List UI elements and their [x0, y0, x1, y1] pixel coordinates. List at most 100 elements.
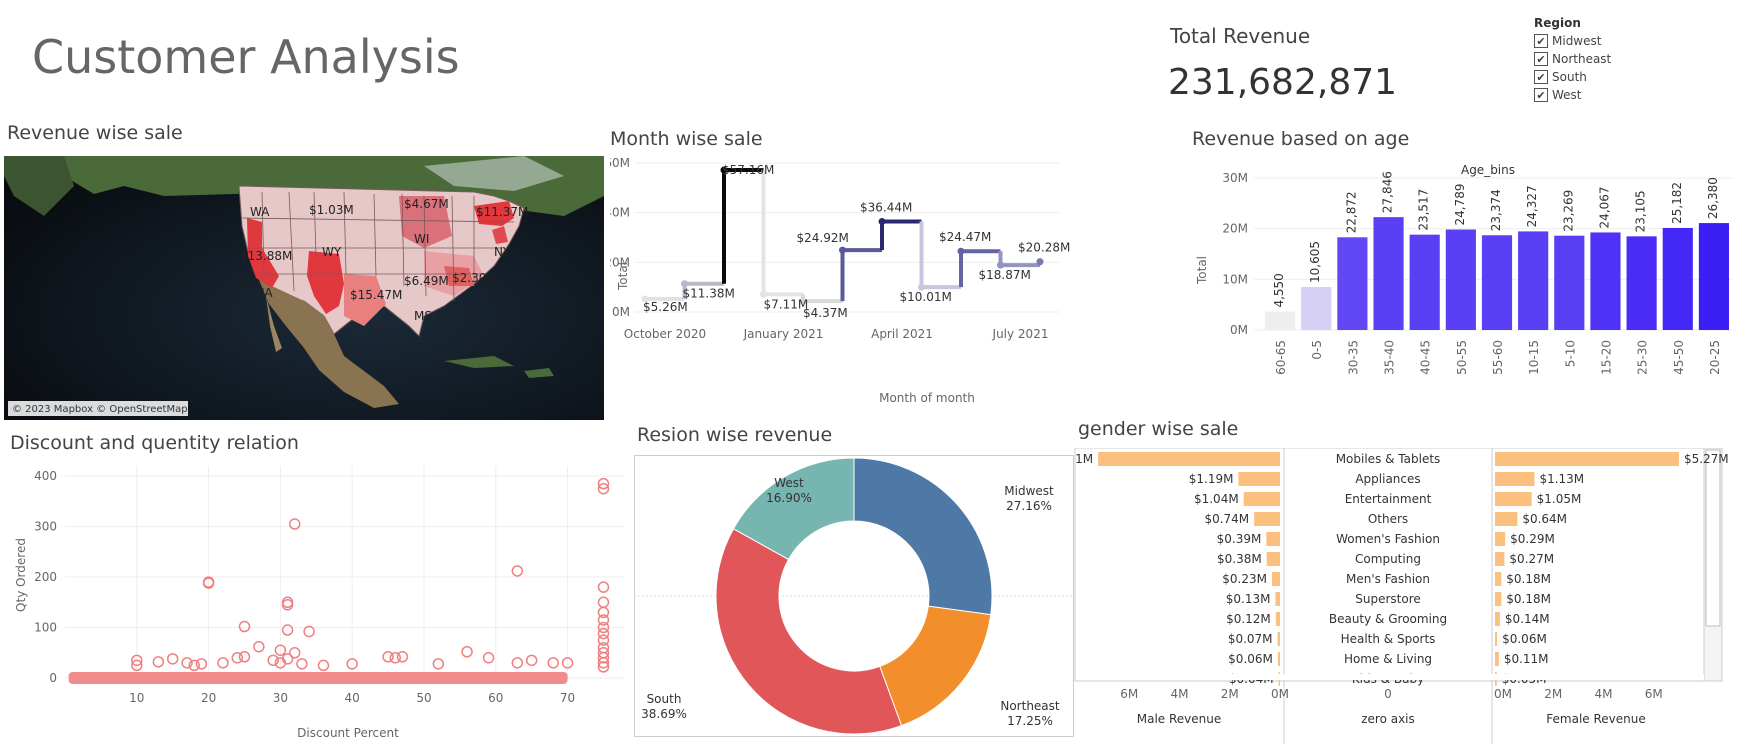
scatter-ylabel: Qty Ordered: [14, 538, 28, 612]
scatter-point: [288, 647, 301, 659]
donut-label-pct: 38.69%: [641, 707, 687, 721]
age-value-label: 22,872: [1344, 191, 1358, 233]
region-option-northeast[interactable]: ✔ Northeast: [1534, 50, 1611, 68]
map-label: WY: [322, 245, 342, 259]
map-view[interactable]: WA $1.03M $4.67M $11.37M WY WI NY $13.88…: [4, 156, 604, 420]
age-bar: [1337, 237, 1368, 330]
line-ytick: 20M: [610, 255, 630, 269]
line-value-label: $10.01M: [900, 290, 952, 304]
donut-label-name: Northeast: [1000, 699, 1060, 713]
scatter-point: [288, 518, 301, 530]
donut-slice: [853, 457, 993, 616]
age-value-label: 23,517: [1417, 189, 1431, 231]
scatter-point: [303, 625, 315, 638]
checkbox-checked-icon[interactable]: ✔: [1534, 34, 1548, 48]
gender-axis-title-male: Male Revenue: [1137, 712, 1222, 726]
age-bar: [1409, 234, 1440, 330]
map-canvas: WA $1.03M $4.67M $11.37M WY WI NY $13.88…: [4, 156, 604, 420]
male-bar: [1275, 612, 1280, 626]
age-bar: [1481, 235, 1513, 330]
male-value-label: $1.04M: [1194, 492, 1239, 506]
region-filter: Region ✔ Midwest ✔ Northeast ✔ South ✔ West: [1534, 16, 1611, 104]
scatter-point: [217, 657, 229, 669]
line-xlabel: Month of month: [879, 391, 975, 405]
gender-category-label: Women's Fashion: [1336, 532, 1440, 546]
checkbox-checked-icon[interactable]: ✔: [1534, 88, 1548, 102]
scatter-point: [238, 651, 251, 663]
age-value-label: 26,380: [1706, 177, 1720, 219]
map-attribution[interactable]: © 2023 Mapbox © OpenStreetMap: [12, 404, 188, 415]
age-category-tick: 5-10: [1563, 340, 1577, 367]
scatter-point: [525, 654, 538, 667]
age-bar: [1445, 229, 1476, 330]
age-ytick: 10M: [1222, 272, 1248, 286]
map-label: $2.30M: [452, 271, 497, 285]
age-category-tick: 60-65: [1274, 340, 1288, 375]
scrollbar-thumb[interactable]: [1705, 449, 1721, 627]
male-bar: [1277, 632, 1280, 646]
male-bar: [1238, 472, 1280, 486]
region-option-west[interactable]: ✔ West: [1534, 86, 1611, 104]
line-value-label: $57.16M: [722, 163, 774, 177]
checkbox-checked-icon[interactable]: ✔: [1534, 70, 1548, 84]
age-category-tick: 50-55: [1455, 340, 1469, 375]
age-category-tick: 0-5: [1310, 340, 1324, 360]
age-value-label: 10,605: [1308, 241, 1322, 283]
female-value-label: $0.18M: [1506, 592, 1551, 606]
female-value-label: $0.11M: [1504, 652, 1549, 666]
map-label: $4.67M: [404, 197, 449, 211]
male-bar: [1266, 552, 1280, 566]
age-value-label: 23,269: [1561, 190, 1575, 232]
region-option-south[interactable]: ✔ South: [1534, 68, 1611, 86]
female-axis-tick: 0M: [1494, 687, 1512, 701]
gender-category-label: Health & Sports: [1341, 632, 1436, 646]
gender-category-label: Appliances: [1355, 472, 1420, 486]
male-axis-tick: 4M: [1170, 687, 1188, 701]
male-bar: [1254, 512, 1280, 526]
scatter-point: [482, 652, 495, 664]
age-bar: [1265, 311, 1296, 330]
male-value-label: $0.23M: [1222, 572, 1267, 586]
line-value-label: $24.47M: [939, 230, 991, 244]
donut-label-name: West: [774, 476, 804, 490]
age-value-label: 24,789: [1453, 184, 1467, 226]
gender-category-label: Home & Living: [1344, 652, 1432, 666]
gender-butterfly-chart: $5.21M $5.27M Mobiles & Tablets $1.19M $1.13…: [1074, 448, 1729, 744]
male-axis-tick: 0M: [1271, 687, 1289, 701]
female-value-label: $0.06M: [1502, 632, 1547, 646]
age-ylabel: Total: [1195, 256, 1209, 285]
line-xtick: July 2021: [992, 327, 1049, 341]
age-bar: [1554, 235, 1585, 330]
age-value-label: 24,327: [1525, 185, 1539, 227]
scatter-point: [152, 656, 165, 668]
male-value-label: $5.21M: [1074, 452, 1093, 466]
checkbox-checked-icon[interactable]: ✔: [1534, 52, 1548, 66]
age-value-label: 25,182: [1670, 182, 1684, 224]
scatter-point: [547, 657, 559, 669]
map-label: SC: [466, 307, 482, 321]
age-category-tick: 15-20: [1599, 340, 1613, 375]
female-value-label: $1.13M: [1539, 472, 1584, 486]
male-value-label: $1.19M: [1189, 472, 1234, 486]
gender-category-label: Beauty & Grooming: [1329, 612, 1447, 626]
gender-axis-title-female: Female Revenue: [1546, 712, 1645, 726]
female-bar: [1495, 612, 1500, 626]
map-label: WA: [250, 205, 270, 219]
discount-scatter-chart: Qty Ordered Discount Percent 0 100 200 300 4…: [14, 466, 625, 740]
female-value-label: $5.27M: [1684, 452, 1729, 466]
line-point: [1036, 258, 1044, 266]
age-ytick: 30M: [1222, 171, 1248, 185]
kpi-label: Total Revenue: [1170, 24, 1311, 48]
gender-chart-title: gender wise sale: [1078, 418, 1239, 440]
female-value-label: $1.05M: [1537, 492, 1582, 506]
map-label: $1.03M: [309, 203, 354, 217]
line-value-label: $24.92M: [797, 231, 849, 245]
region-option-midwest[interactable]: ✔ Midwest: [1534, 32, 1611, 50]
region-filter-title: Region: [1534, 16, 1581, 30]
donut-label-pct: 16.90%: [766, 491, 812, 505]
age-value-label: 23,374: [1489, 189, 1503, 231]
male-bar: [1271, 572, 1280, 586]
map-label: CA: [256, 286, 273, 300]
month-chart-title: Month wise sale: [610, 128, 763, 150]
age-bar: [1518, 231, 1549, 330]
